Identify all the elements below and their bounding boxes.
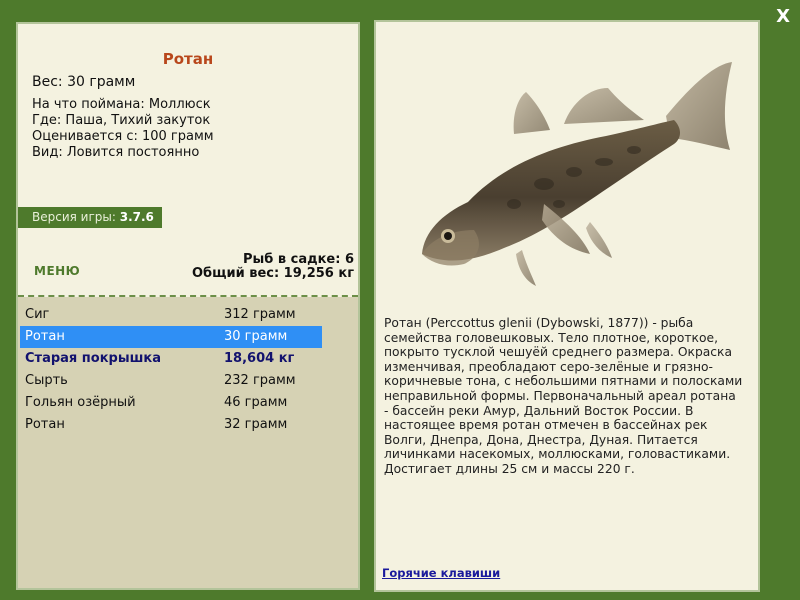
menu-button[interactable]: МЕНЮ <box>34 264 80 278</box>
catch-name: Старая покрышка <box>25 351 161 366</box>
catch-row[interactable]: Ротан 32 грамм <box>20 414 322 436</box>
catch-weight: 232 грамм <box>224 373 296 388</box>
location-text: Где: Паша, Тихий закуток <box>32 113 211 128</box>
fish-image <box>422 62 732 286</box>
catch-weight: 18,604 кг <box>224 351 295 366</box>
catch-name: Ротан <box>25 329 65 344</box>
catch-row[interactable]: Гольян озёрный 46 грамм <box>20 392 322 414</box>
catch-row[interactable]: Сырть 232 грамм <box>20 370 322 392</box>
catch-name: Сырть <box>25 373 68 388</box>
kind-text: Вид: Ловится постоянно <box>32 145 200 160</box>
catch-weight: 32 грамм <box>224 417 288 432</box>
hotkeys-link[interactable]: Горячие клавиши <box>382 566 500 580</box>
fish-weight: Вес: 30 грамм <box>32 74 136 90</box>
fish-info-panel: Ротан Вес: 30 грамм На что поймана: Молл… <box>16 22 360 590</box>
catch-weight: 312 грамм <box>224 307 296 322</box>
version-value: 3.7.6 <box>119 210 154 224</box>
close-button[interactable]: X <box>776 6 790 27</box>
catch-row-selected[interactable]: Ротан 30 грамм <box>20 326 322 348</box>
catch-name: Ротан <box>25 417 65 432</box>
valued-from-text: Оценивается с: 100 грамм <box>32 129 214 144</box>
caught-on-text: На что поймана: Моллюск <box>32 97 211 112</box>
catch-row[interactable]: Сиг 312 грамм <box>20 304 322 326</box>
fish-description-panel: Ротан (Perccottus glenii (Dybowski, 1877… <box>374 20 760 592</box>
fish-description: Ротан (Perccottus glenii (Dybowski, 1877… <box>384 316 743 476</box>
game-version-badge: Версия игры: 3.7.6 <box>18 207 162 228</box>
catch-weight: 30 грамм <box>224 329 288 344</box>
version-label: Версия игры: <box>32 210 116 224</box>
catch-name: Гольян озёрный <box>25 395 136 410</box>
catch-name: Сиг <box>25 307 50 322</box>
fish-title: Ротан <box>162 50 214 68</box>
cage-stats: Рыб в садке: 6 Общий вес: 19,256 кг <box>192 253 354 281</box>
catch-row-highlighted[interactable]: Старая покрышка 18,604 кг <box>20 348 322 370</box>
catch-list: Сиг 312 грамм Ротан 30 грамм Старая покр… <box>20 304 322 436</box>
catch-weight: 46 грамм <box>224 395 288 410</box>
total-weight: Общий вес: 19,256 кг <box>191 266 354 281</box>
fish-in-cage-count: Рыб в садке: 6 <box>242 252 354 267</box>
catch-list-area: Сиг 312 грамм Ротан 30 грамм Старая покр… <box>18 297 358 588</box>
fish-details: На что поймана: Моллюск Где: Паша, Тихий… <box>32 97 214 161</box>
